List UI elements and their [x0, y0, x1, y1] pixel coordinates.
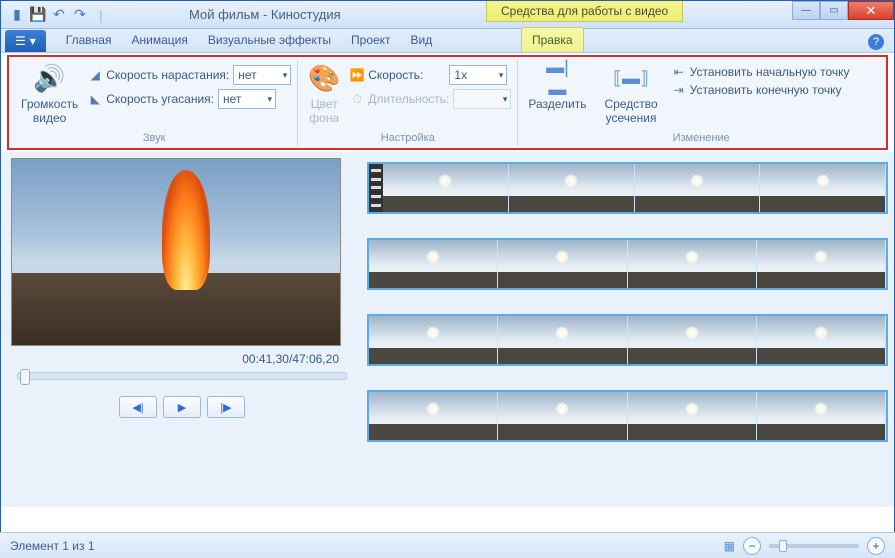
start-point-icon: ⇤	[672, 65, 686, 79]
status-bar: Элемент 1 из 1 ▦ − +	[0, 532, 895, 558]
next-frame-button[interactable]: |▶	[207, 396, 245, 418]
speed-label: Скорость:	[368, 68, 423, 82]
fade-out-icon: ◣	[88, 92, 102, 106]
clip-item[interactable]	[367, 314, 888, 366]
window-buttons: — ▭ ✕	[792, 1, 894, 20]
set-start-label: Установить начальную точку	[690, 65, 850, 79]
split-button[interactable]: ▬|▬ Разделить	[524, 61, 590, 128]
clip-item[interactable]	[367, 238, 888, 290]
tab-project[interactable]: Проект	[341, 28, 401, 52]
contextual-tab-label: Средства для работы с видео	[486, 1, 683, 22]
redo-icon[interactable]: ↷	[72, 7, 88, 23]
title-bar: ▮ 💾 ↶ ↷ | Мой фильм - Киностудия Средств…	[1, 1, 894, 29]
speed-combo[interactable]: 1x	[449, 65, 507, 85]
trim-icon: ⟦▬⟧	[615, 63, 647, 95]
duration-combo	[453, 89, 511, 109]
tab-effects[interactable]: Визуальные эффекты	[198, 28, 341, 52]
quick-access-toolbar: ▮ 💾 ↶ ↷ |	[1, 7, 109, 23]
zoom-out-button[interactable]: −	[743, 537, 761, 555]
preview-panel: 00:41,30/47:06,20 ◀| ▶ |▶	[7, 158, 357, 501]
save-icon[interactable]: 💾	[30, 7, 46, 23]
bgcolor-button[interactable]: 🎨 Цвет фона	[304, 61, 344, 128]
paint-icon: 🎨	[308, 63, 340, 95]
fade-out-label: Скорость угасания:	[106, 92, 214, 106]
duration-icon: ⏱	[350, 92, 364, 106]
divider: |	[93, 7, 109, 23]
group-label-adjust: Настройка	[304, 132, 511, 144]
group-label-edit: Изменение	[524, 132, 878, 144]
fade-out-combo[interactable]: нет	[218, 89, 276, 109]
close-button[interactable]: ✕	[848, 1, 894, 20]
playback-controls: ◀| ▶ |▶	[7, 396, 357, 418]
bgcolor-label: Цвет фона	[309, 97, 339, 126]
prev-frame-button[interactable]: ◀|	[119, 396, 157, 418]
zoom-slider[interactable]	[769, 544, 859, 548]
set-end-button[interactable]: ⇥ Установить конечную точку	[672, 83, 850, 97]
status-text: Элемент 1 из 1	[10, 539, 95, 553]
maximize-button[interactable]: ▭	[820, 1, 848, 20]
group-label-sound: Звук	[17, 132, 291, 144]
video-preview[interactable]	[11, 158, 341, 346]
timecode-display: 00:41,30/47:06,20	[7, 346, 357, 366]
volume-button[interactable]: 🔊 Громкость видео	[17, 61, 82, 128]
timeline-panel[interactable]	[367, 158, 888, 501]
fade-in-combo[interactable]: нет	[233, 65, 291, 85]
speaker-icon: 🔊	[34, 63, 66, 95]
app-icon: ▮	[9, 7, 25, 23]
chevron-down-icon: ▾	[30, 34, 36, 48]
ribbon-tab-strip: ☰▾ Главная Анимация Визуальные эффекты П…	[1, 29, 894, 53]
content-area: 00:41,30/47:06,20 ◀| ▶ |▶	[1, 152, 894, 507]
play-button[interactable]: ▶	[163, 396, 201, 418]
group-edit: ▬|▬ Разделить ⟦▬⟧ Средство усечения ⇤ Ус…	[518, 59, 884, 146]
fade-in-label: Скорость нарастания:	[106, 68, 229, 82]
scrub-thumb[interactable]	[20, 369, 30, 385]
speed-icon: ⏩	[350, 68, 364, 82]
zoom-thumb[interactable]	[779, 540, 787, 552]
split-icon: ▬|▬	[541, 63, 573, 95]
group-sound: 🔊 Громкость видео ◢ Скорость нарастания:…	[11, 59, 298, 146]
zoom-in-button[interactable]: +	[867, 537, 885, 555]
volume-label: Громкость видео	[21, 97, 78, 126]
set-start-button[interactable]: ⇤ Установить начальную точку	[672, 65, 850, 79]
trim-label: Средство усечения	[604, 97, 657, 126]
split-label: Разделить	[528, 97, 586, 111]
clip-item[interactable]	[367, 162, 888, 214]
minimize-button[interactable]: —	[792, 1, 820, 20]
help-icon[interactable]: ?	[868, 34, 884, 50]
trim-button[interactable]: ⟦▬⟧ Средство усечения	[600, 61, 661, 128]
undo-icon[interactable]: ↶	[51, 7, 67, 23]
duration-label: Длительность:	[368, 92, 449, 106]
tab-edit[interactable]: Правка	[521, 27, 584, 52]
fade-in-icon: ◢	[88, 68, 102, 82]
tab-animation[interactable]: Анимация	[121, 28, 197, 52]
clip-item[interactable]	[367, 390, 888, 442]
set-end-label: Установить конечную точку	[690, 83, 842, 97]
tab-view[interactable]: Вид	[401, 28, 443, 52]
group-adjust: 🎨 Цвет фона ⏩ Скорость: 1x ⏱ Длительност…	[298, 59, 518, 146]
window-title: Мой фильм - Киностудия	[189, 7, 341, 22]
app-menu-button[interactable]: ☰▾	[5, 30, 46, 52]
view-icon[interactable]: ▦	[724, 539, 735, 553]
end-point-icon: ⇥	[672, 83, 686, 97]
menu-icon: ☰	[15, 34, 26, 48]
ribbon-toolbar: 🔊 Громкость видео ◢ Скорость нарастания:…	[7, 55, 888, 150]
scrub-bar[interactable]	[17, 372, 347, 380]
tab-main[interactable]: Главная	[56, 28, 122, 52]
